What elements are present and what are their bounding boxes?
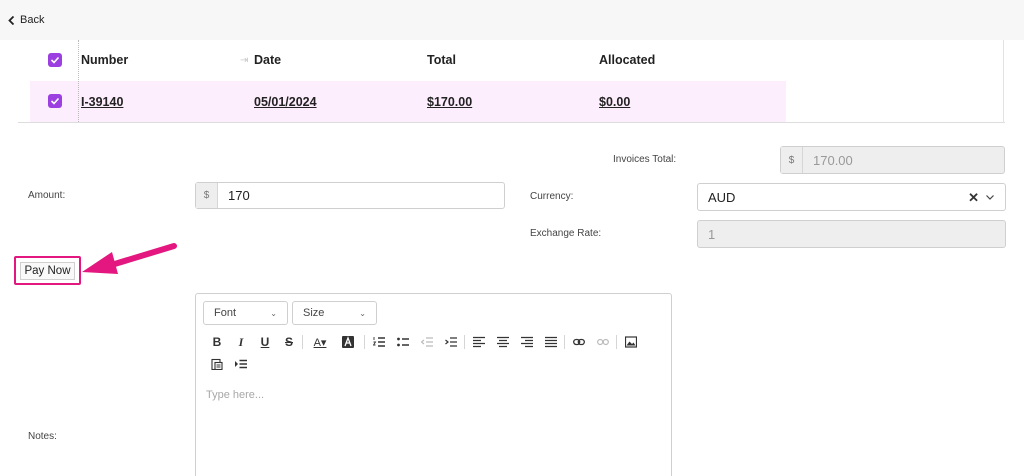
align-center-icon[interactable] [494,334,512,350]
font-dropdown[interactable]: Font ⌄ [203,301,288,325]
exchange-rate-field: 1 [697,220,1006,248]
toolbar-separator [464,335,465,349]
size-dropdown-label: Size [303,307,325,319]
align-right-icon[interactable] [518,334,536,350]
numbered-list-icon[interactable] [370,334,388,350]
column-header-number[interactable]: Number [81,53,128,67]
image-icon[interactable] [622,334,640,350]
column-divider [78,81,79,122]
invoices-total-field: $ 170.00 [780,146,1005,174]
currency-select[interactable]: AUD ✕ [697,183,1006,211]
toolbar-separator [564,335,565,349]
clear-icon[interactable]: ✕ [968,190,979,206]
invoice-date[interactable]: 05/01/2024 [254,95,317,109]
toolbar-separator [302,335,303,349]
notes-editor[interactable]: Font ⌄ Size ⌄ B I U S A▾ Type here... [195,293,672,476]
invoices-total-value: 170.00 [813,152,853,168]
chevron-left-icon [8,15,15,25]
size-dropdown[interactable]: Size ⌄ [292,301,377,325]
invoice-number-link[interactable]: I-39140 [81,95,123,109]
pay-now-button[interactable]: Pay Now [20,261,75,280]
column-resize-icon[interactable]: ⇥ [240,55,248,66]
chevron-down-icon[interactable] [985,192,995,202]
link-icon[interactable] [570,334,588,350]
unlink-icon[interactable] [594,334,612,350]
exchange-rate-value: 1 [708,226,716,242]
back-label: Back [20,14,45,26]
select-all-checkbox[interactable] [48,53,62,67]
background-color-icon[interactable] [336,334,360,350]
column-header-allocated[interactable]: Allocated [599,53,655,67]
pay-now-highlight: Pay Now [14,256,81,285]
decrease-indent-icon[interactable] [418,334,436,350]
align-left-icon[interactable] [470,334,488,350]
toolbar-separator [616,335,617,349]
top-bar: Back [0,0,1024,40]
row-checkbox[interactable] [48,94,62,108]
invoice-total[interactable]: $170.00 [427,95,472,109]
exchange-rate-label: Exchange Rate: [530,228,602,239]
bulleted-list-icon[interactable] [394,334,412,350]
invoices-total-label: Invoices Total: [613,154,677,165]
currency-prefix: $ [196,183,218,208]
invoice-table: Number ⇥ Date Total Allocated I-39140 05… [18,40,1005,123]
chevron-down-icon: ⌄ [359,309,366,318]
toolbar-separator [364,335,365,349]
chevron-down-icon: ⌄ [270,309,277,318]
indent-block-icon[interactable] [232,356,250,372]
notes-placeholder[interactable]: Type here... [206,389,264,401]
bold-icon[interactable]: B [208,334,226,350]
strikethrough-icon[interactable]: S [280,334,298,350]
column-header-date[interactable]: Date [254,53,281,67]
table-border [1003,40,1004,123]
check-icon [50,56,60,64]
annotation-arrow-icon [82,243,177,274]
column-divider [78,40,79,80]
check-icon [50,97,60,105]
amount-value[interactable]: 170 [218,183,250,208]
back-button[interactable]: Back [8,14,44,26]
table-row[interactable]: I-39140 05/01/2024 $170.00 $0.00 [30,81,786,122]
justify-icon[interactable] [542,334,560,350]
amount-field[interactable]: $ 170 [195,182,505,209]
italic-icon[interactable]: I [232,334,250,350]
currency-prefix: $ [781,147,803,173]
currency-label: Currency: [530,191,574,202]
paste-from-word-icon[interactable] [208,356,226,372]
notes-label: Notes: [28,431,57,442]
font-color-icon[interactable]: A▾ [308,334,332,350]
underline-icon[interactable]: U [256,334,274,350]
currency-value: AUD [708,189,736,205]
amount-label: Amount: [28,190,66,201]
editor-toolbar: B I U S A▾ [206,334,666,374]
column-header-total[interactable]: Total [427,53,456,67]
invoice-allocated[interactable]: $0.00 [599,95,630,109]
table-header-row: Number ⇥ Date Total Allocated [30,40,786,80]
font-dropdown-label: Font [214,307,237,319]
increase-indent-icon[interactable] [442,334,460,350]
